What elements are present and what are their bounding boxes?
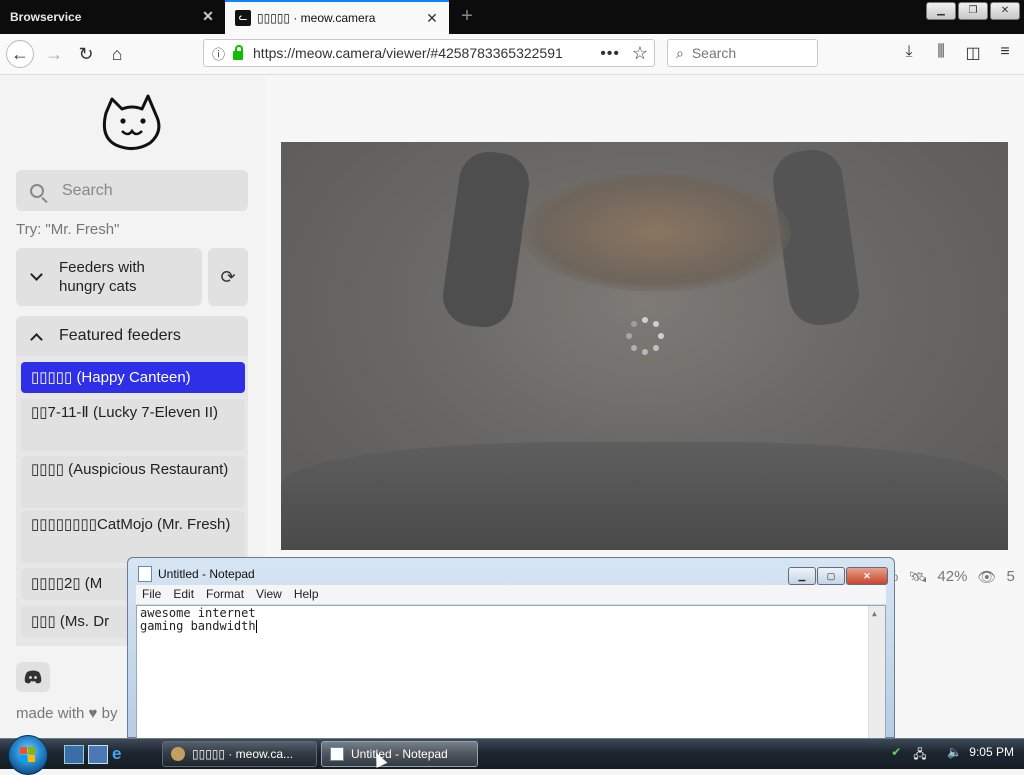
feeder-item[interactable]: ▯▯▯▯ (Auspicious Restaurant) (21, 456, 245, 508)
feeder-item[interactable]: ▯▯▯▯▯▯▯▯CatMojo (Mr. Fresh) (21, 511, 245, 563)
volume-muted-icon[interactable]: 🔈 (947, 745, 962, 759)
menu-view[interactable]: View (250, 585, 288, 604)
stream-shape (521, 172, 791, 292)
toolbar-icons: ⤓ ⫼ ◫ ≡ (900, 43, 1014, 63)
minimize-icon[interactable]: ▁ (788, 567, 816, 585)
maximize-icon[interactable]: ▢ (817, 567, 845, 585)
notepad-window-controls: ▁ ▢ ✕ (788, 567, 888, 585)
sidebar-toggle-icon[interactable]: ◫ (964, 43, 982, 63)
featured-feeders-toggle[interactable]: Featured feeders (16, 316, 248, 356)
info-icon[interactable]: ⓘ (212, 44, 225, 63)
navigation-bar: ← → ↻ ⌂ ⓘ https://meow.camera/viewer/#42… (0, 34, 1024, 75)
notepad-title: Untitled - Notepad (158, 567, 255, 581)
footer-credit: made with ♥ by (16, 705, 118, 722)
new-tab-button[interactable]: + (456, 5, 478, 27)
text-line: gaming bandwidth (140, 619, 256, 633)
home-button[interactable]: ⌂ (103, 40, 131, 68)
window-controls: ▁ ❐ ✕ (926, 2, 1020, 20)
feeder-item[interactable]: ▯▯▯▯▯ (Happy Canteen) (21, 362, 245, 393)
security-icon[interactable]: ✔ (891, 745, 905, 759)
back-button[interactable]: ← (6, 40, 34, 68)
search-icon (30, 183, 44, 198)
stream-shape (281, 442, 1008, 550)
search-icon: ⌕ (676, 44, 684, 61)
satellite-icon: 🛰 (908, 569, 928, 586)
feeder-item[interactable]: ▯▯7-11-Ⅱ (Lucky 7-Eleven II) (21, 399, 245, 451)
start-button[interactable] (8, 735, 48, 775)
tab-label: Browservice (10, 10, 82, 24)
explorer-icon[interactable] (88, 745, 108, 764)
menu-edit[interactable]: Edit (167, 585, 200, 604)
taskbar-item-label: ▯▯▯▯▯ · meow.ca... (192, 747, 294, 761)
cat-favicon-icon: ᓚ (235, 10, 251, 26)
taskbar: e ▯▯▯▯▯ · meow.ca... Untitled - Notepad … (0, 735, 1024, 775)
camera-stream[interactable] (281, 142, 1008, 550)
clock[interactable]: 9:05 PM (969, 745, 1014, 759)
lock-icon (233, 44, 244, 60)
chevron-down-icon (30, 267, 43, 281)
minimize-icon[interactable]: ▁ (926, 2, 956, 20)
library-icon[interactable]: ⫼ (932, 43, 950, 63)
menu-format[interactable]: Format (200, 585, 250, 604)
tab-label: ▯▯▯▯▯ · meow.camera (257, 11, 376, 25)
discord-button[interactable] (16, 662, 50, 692)
vertical-scrollbar[interactable] (868, 606, 885, 738)
search-placeholder: Search (691, 45, 737, 61)
windows-logo-icon (20, 747, 36, 763)
featured-section-label: Featured feeders (59, 327, 181, 344)
browser-app-icon (171, 747, 185, 761)
tab-meow-camera[interactable]: ᓚ ▯▯▯▯▯ · meow.camera ✕ (225, 0, 449, 34)
forward-button[interactable]: → (40, 40, 68, 68)
discord-icon (24, 670, 42, 684)
notepad-titlebar[interactable]: Untitled - Notepad (138, 566, 255, 582)
search-hint: Try: "Mr. Fresh" (16, 221, 120, 238)
feeder-stats: % 🛰 42% 👁 5 (885, 568, 1015, 586)
meow-camera-logo-icon (102, 94, 161, 150)
close-tab-icon[interactable]: ✕ (425, 11, 439, 25)
menu-icon[interactable]: ≡ (996, 43, 1014, 63)
close-tab-icon[interactable]: ✕ (201, 9, 215, 23)
notepad-window[interactable]: Untitled - Notepad ▁ ▢ ✕ File Edit Forma… (127, 557, 895, 739)
download-icon[interactable]: ⤓ (900, 43, 918, 63)
notepad-menubar: File Edit Format View Help (136, 585, 886, 604)
page-actions-icon[interactable]: ••• (600, 45, 620, 63)
notepad-icon (138, 566, 152, 582)
chevron-up-icon (30, 332, 43, 346)
internet-explorer-icon[interactable]: e (112, 745, 130, 762)
taskbar-item-browser[interactable]: ▯▯▯▯▯ · meow.ca... (162, 741, 317, 767)
loading-spinner-icon (626, 317, 664, 355)
hungry-cats-toggle[interactable]: Feeders with hungry cats (16, 248, 202, 306)
close-window-icon[interactable]: ✕ (990, 2, 1020, 20)
taskbar-item-notepad[interactable]: Untitled - Notepad (321, 741, 478, 767)
notepad-app-icon (330, 747, 344, 761)
stat-viewers: 5 (1006, 568, 1015, 585)
stat-second: 42% (937, 568, 968, 585)
network-icon[interactable]: 🖧 (913, 745, 939, 761)
browser-search-input[interactable]: ⌕ Search (667, 39, 818, 67)
tab-strip: Browservice ✕ ᓚ ▯▯▯▯▯ · meow.camera ✕ + … (0, 0, 1024, 34)
bookmark-star-icon[interactable]: ☆ (632, 43, 648, 64)
system-tray: ✔ 🖧 🔈 9:05 PM (891, 745, 1014, 761)
tab-browservice[interactable]: Browservice ✕ (0, 0, 225, 34)
hungry-section-label: Feeders with hungry cats (59, 259, 145, 295)
stream-shape (439, 147, 533, 332)
text-caret (255, 620, 257, 633)
search-placeholder: Search (62, 181, 113, 199)
taskbar-item-label: Untitled - Notepad (351, 747, 448, 761)
refresh-button[interactable]: ⟳ (208, 248, 248, 306)
menu-file[interactable]: File (136, 585, 167, 604)
restore-icon[interactable]: ❐ (958, 2, 988, 20)
feeder-search-input[interactable]: Search (16, 170, 248, 211)
notepad-text-area[interactable]: awesome internet gaming bandwidth (136, 605, 886, 739)
refresh-icon: ⟳ (220, 266, 236, 287)
url-text[interactable]: https://meow.camera/viewer/#425878336532… (253, 45, 569, 61)
show-desktop-icon[interactable] (64, 745, 84, 764)
address-bar[interactable]: ⓘ https://meow.camera/viewer/#4258783365… (203, 39, 655, 67)
eye-icon: 👁 (977, 569, 997, 586)
reload-button[interactable]: ↻ (72, 40, 100, 68)
close-window-icon[interactable]: ✕ (846, 567, 888, 585)
menu-help[interactable]: Help (288, 585, 325, 604)
